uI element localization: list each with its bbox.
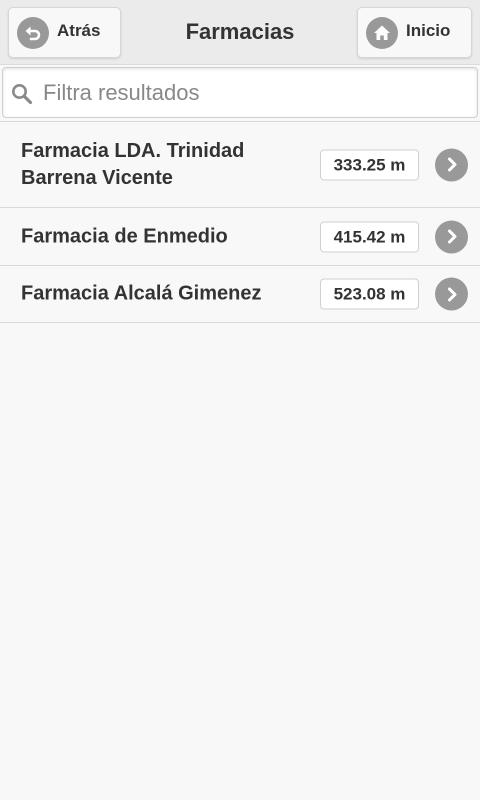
pharmacy-name: Farmacia Alcalá Gimenez — [21, 282, 262, 305]
list-item[interactable]: Farmacia Alcalá Gimenez 523.08 m — [0, 266, 480, 323]
chevron-right-icon — [435, 148, 468, 181]
search-input[interactable] — [43, 70, 463, 115]
chevron-right-icon — [435, 220, 468, 253]
home-button[interactable]: Inicio — [357, 7, 472, 58]
back-button[interactable]: Atrás — [8, 7, 121, 58]
pharmacy-name: Farmacia LDA. Trinidad Barrena Vicente — [21, 139, 245, 189]
list-item[interactable]: Farmacia de Enmedio 415.42 m — [0, 208, 480, 266]
distance-badge: 523.08 m — [320, 278, 419, 310]
back-button-label: Atrás — [57, 20, 101, 40]
search-icon — [12, 84, 33, 105]
page-title: Farmacias — [185, 19, 295, 44]
home-button-label: Inicio — [406, 20, 451, 40]
home-icon — [366, 16, 398, 49]
header-bar: Atrás Farmacias Inicio — [0, 0, 480, 65]
pharmacy-name: Farmacia de Enmedio — [21, 225, 228, 247]
distance-badge: 333.25 m — [320, 149, 419, 180]
list-item[interactable]: Farmacia LDA. Trinidad Barrena Vicente 3… — [0, 122, 480, 208]
distance-badge: 415.42 m — [320, 221, 419, 252]
results-list: Farmacia LDA. Trinidad Barrena Vicente 3… — [0, 121, 480, 323]
search-bar — [2, 67, 478, 118]
back-arrow-icon — [17, 16, 49, 49]
chevron-right-icon — [435, 277, 468, 311]
